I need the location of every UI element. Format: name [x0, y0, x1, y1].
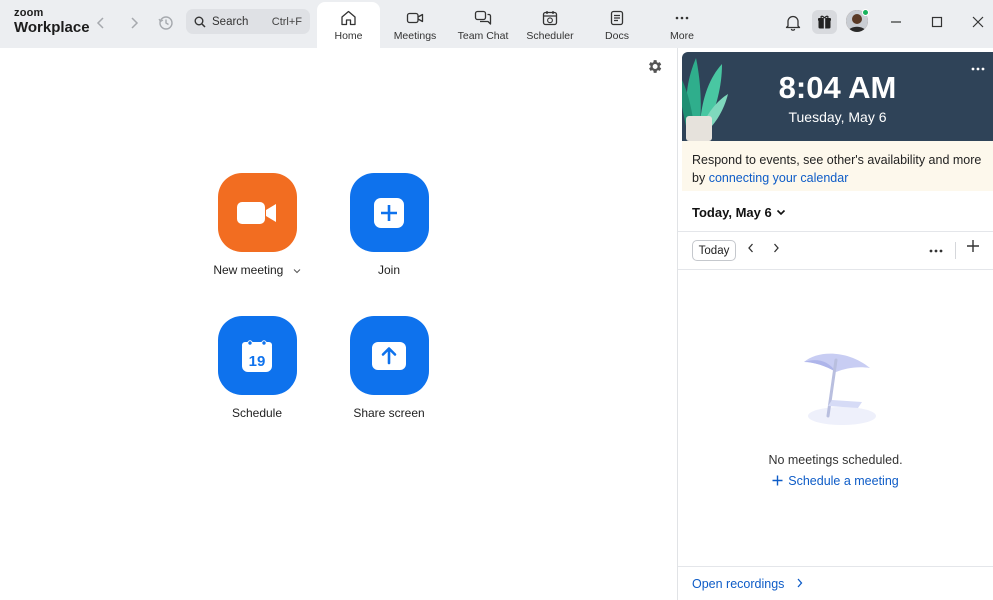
search-placeholder: Search	[212, 15, 249, 28]
clock-time: 8:04 AM	[778, 70, 897, 105]
schedule-meeting-link[interactable]: Schedule a meeting	[678, 474, 993, 488]
presence-status-indicator	[862, 9, 869, 16]
history-icon	[158, 16, 173, 30]
video-camera-icon	[237, 201, 276, 224]
home-icon	[341, 10, 356, 26]
schedule-action[interactable]: 19 Schedule	[202, 316, 312, 420]
apps-button[interactable]	[812, 10, 837, 34]
new-meeting-action[interactable]: New meeting	[202, 173, 312, 277]
date-picker-header[interactable]: Today, May 6	[692, 205, 786, 220]
no-meetings-message: No meetings scheduled.	[768, 453, 903, 467]
divider	[678, 566, 993, 567]
zoom-workplace-logo: zoom Workplace	[14, 7, 90, 36]
calendar-panel: 8:04 AM Tuesday, May 6 Respond to events…	[678, 48, 993, 600]
date-header-label: Today, May 6	[692, 205, 772, 220]
search-input[interactable]: Search Ctrl+F	[186, 9, 310, 34]
logo-line-1: zoom	[14, 7, 44, 19]
plus-icon	[374, 197, 404, 228]
tab-label: Team Chat	[457, 30, 509, 42]
back-button[interactable]	[90, 12, 112, 34]
share-screen-button[interactable]	[349, 316, 429, 395]
chat-icon	[474, 10, 492, 25]
tab-label: Scheduler	[526, 30, 574, 42]
calendar-day: 19	[249, 353, 266, 370]
title-bar: zoom Workplace Search Ctrl+F Home Meetin…	[0, 0, 993, 48]
calendar-clock-icon	[542, 11, 557, 26]
divider	[678, 231, 993, 232]
more-icon	[971, 67, 985, 71]
tab-scheduler[interactable]: Scheduler	[519, 2, 581, 48]
notifications-button[interactable]	[778, 8, 808, 36]
clock-more-options-button[interactable]	[971, 58, 985, 74]
chevron-down-icon	[293, 268, 301, 274]
history-button[interactable]	[155, 12, 177, 34]
plus-icon	[772, 475, 783, 486]
chevron-right-icon	[797, 578, 803, 588]
new-meeting-label-row[interactable]: New meeting	[213, 263, 301, 277]
tab-more[interactable]: More	[652, 2, 712, 48]
tab-team-chat[interactable]: Team Chat	[452, 2, 514, 48]
chevron-right-icon	[131, 17, 139, 29]
tab-meetings[interactable]: Meetings	[384, 2, 446, 48]
open-recordings-label: Open recordings	[692, 577, 785, 591]
more-icon	[675, 16, 689, 20]
more-icon	[929, 249, 943, 253]
connect-calendar-link[interactable]: connecting your calendar	[709, 171, 849, 185]
share-screen-action[interactable]: Share screen	[334, 316, 444, 420]
schedule-label: Schedule	[231, 406, 283, 420]
tab-label: Meetings	[393, 30, 437, 42]
divider	[678, 269, 993, 270]
settings-button[interactable]	[646, 58, 663, 80]
tab-docs[interactable]: Docs	[586, 2, 648, 48]
toolbar-separator	[955, 242, 956, 259]
tab-label: Home	[334, 30, 363, 42]
new-meeting-button[interactable]	[217, 173, 297, 252]
minimize-icon	[891, 21, 901, 23]
join-label: Join	[377, 263, 400, 277]
beach-umbrella-icon	[804, 353, 876, 425]
calendar-icon: 19	[242, 339, 272, 372]
search-icon	[194, 16, 206, 28]
join-button[interactable]	[349, 173, 429, 252]
chevron-left-icon	[748, 243, 753, 253]
today-button[interactable]: Today	[692, 240, 736, 261]
clock-widget: 8:04 AM Tuesday, May 6	[682, 52, 993, 141]
schedule-button[interactable]: 19	[217, 316, 297, 395]
add-event-button[interactable]	[966, 237, 980, 259]
chevron-left-icon	[96, 17, 104, 29]
tab-home[interactable]: Home	[317, 2, 380, 48]
logo-line-2: Workplace	[14, 19, 90, 36]
share-screen-label: Share screen	[353, 406, 425, 420]
doc-icon	[610, 10, 624, 26]
schedule-meeting-label: Schedule a meeting	[788, 474, 899, 488]
clock-date: Tuesday, May 6	[788, 109, 887, 125]
tab-label: Docs	[605, 30, 629, 42]
forward-button[interactable]	[123, 12, 145, 34]
tab-label: More	[670, 30, 694, 42]
empty-state-illustration	[796, 348, 880, 437]
join-action[interactable]: Join	[334, 173, 444, 277]
gear-icon	[649, 60, 662, 73]
close-button[interactable]	[963, 8, 993, 36]
search-shortcut: Ctrl+F	[271, 15, 302, 28]
previous-day-button[interactable]	[747, 241, 755, 256]
calendar-more-options-button[interactable]	[929, 240, 943, 256]
share-arrow-icon	[372, 341, 406, 370]
video-icon	[406, 12, 424, 24]
minimize-button[interactable]	[881, 8, 911, 36]
bell-icon	[785, 15, 801, 31]
maximize-icon	[931, 16, 943, 28]
gift-apps-icon	[818, 15, 831, 28]
chevron-right-icon	[774, 243, 779, 253]
open-recordings-link[interactable]: Open recordings	[692, 577, 803, 591]
chevron-down-icon	[776, 209, 785, 216]
home-main-area: New meeting Join 19 Schedule Share scree…	[0, 48, 677, 600]
close-icon	[972, 16, 984, 28]
next-day-button[interactable]	[772, 241, 780, 256]
connect-calendar-banner: Respond to events, see other's availabil…	[682, 141, 993, 191]
maximize-button[interactable]	[922, 8, 952, 36]
plus-icon	[967, 240, 979, 252]
new-meeting-label: New meeting	[213, 263, 284, 277]
